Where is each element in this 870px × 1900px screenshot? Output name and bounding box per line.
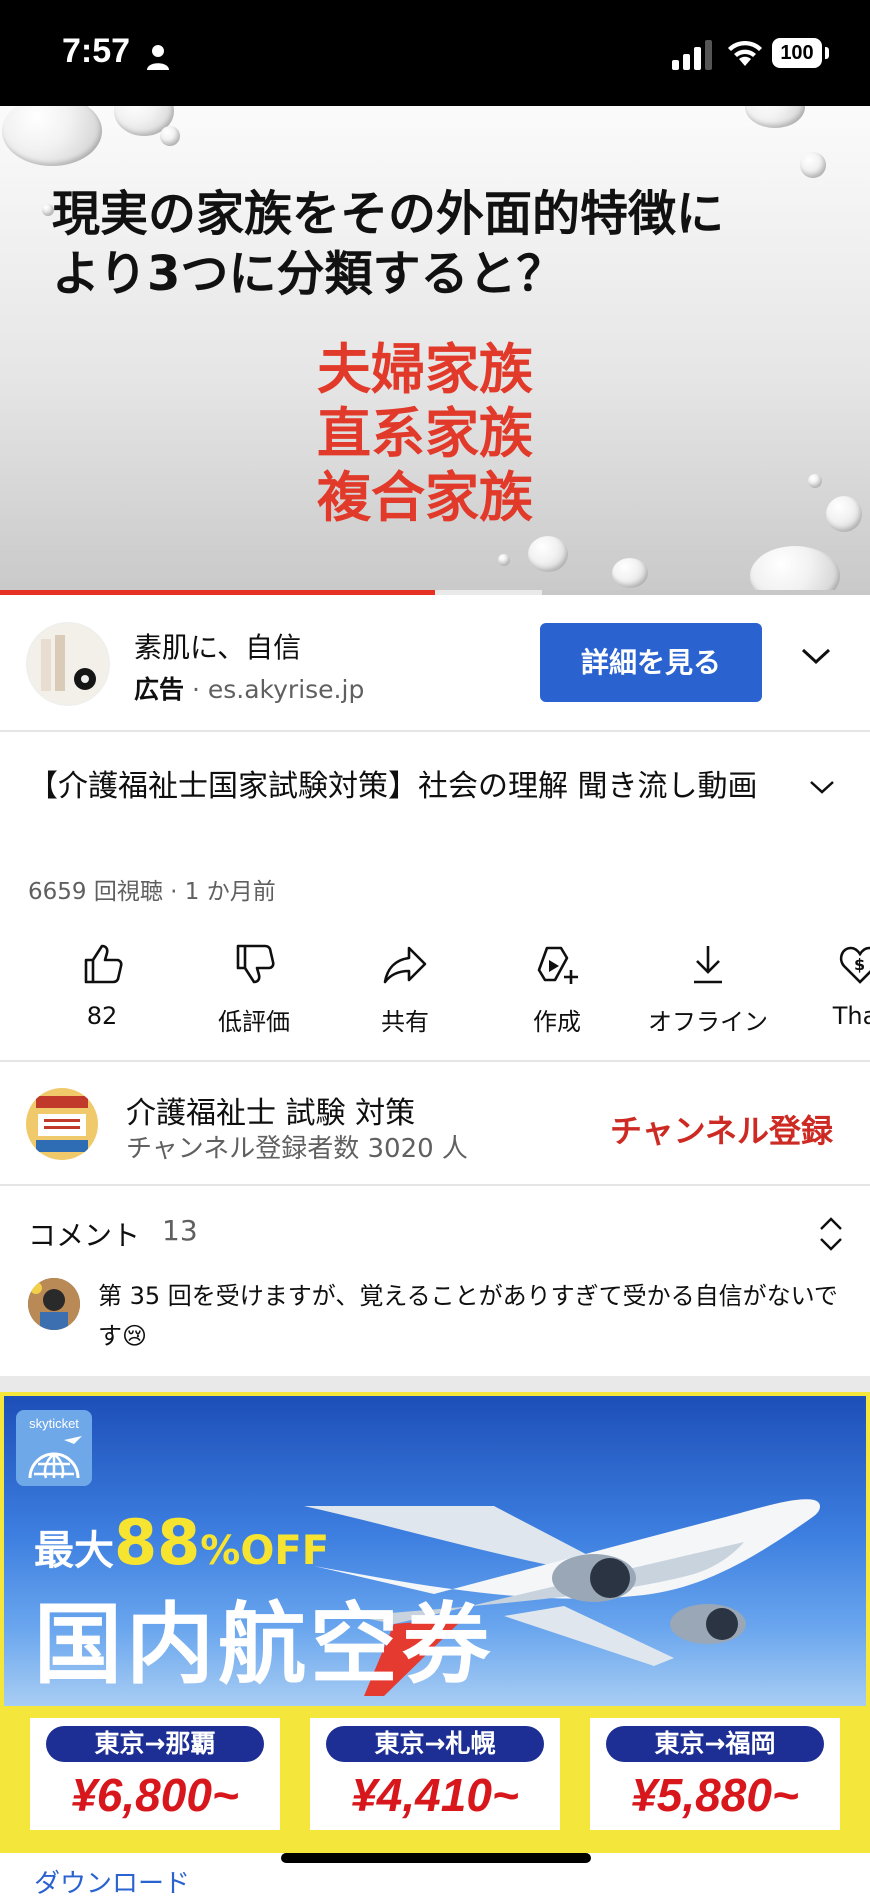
video-slide-list: 夫婦家族 直系家族 複合家族: [0, 338, 850, 530]
ad-row[interactable]: 素肌に、自信 広告 · es.akyrise.jp 詳細を見る: [0, 596, 870, 732]
offline-button[interactable]: オフライン: [638, 940, 778, 1037]
dislike-label: 低評価: [218, 1008, 290, 1036]
ticket-route: 東京→那覇: [46, 1726, 264, 1762]
channel-avatar[interactable]: [26, 1088, 98, 1160]
comments-count: 13: [162, 1214, 198, 1247]
ad-details-button[interactable]: 詳細を見る: [540, 623, 762, 702]
water-drop: [612, 558, 648, 588]
video-slide-list-item: 複合家族: [317, 466, 533, 529]
video-slide-title-line1: 現実の家族をその外面的特徴に: [52, 186, 725, 242]
promo-suffix: %OFF: [200, 1528, 330, 1574]
comments-section[interactable]: コメント 13 第 35 回を受けますが、覚えることがありすぎて受かる自信がない…: [0, 1186, 870, 1376]
ticket-route: 東京→札幌: [326, 1726, 544, 1762]
commenter-avatar: [28, 1278, 80, 1330]
download-link[interactable]: ダウンロード: [34, 1863, 190, 1900]
banner-ad[interactable]: skyticket 最大88%OFF 国内航空券 東京→那覇 ¥6,800~ 東…: [0, 1392, 870, 1853]
action-bar: 82 低評価 共有 作成 オフライン $ Thar: [0, 940, 870, 1062]
thanks-button[interactable]: $ Thar: [790, 940, 870, 1030]
svg-text:$: $: [854, 955, 865, 974]
progress-buffer: [432, 590, 542, 595]
section-divider: [0, 1376, 870, 1392]
water-drop: [800, 152, 826, 178]
person-icon: [147, 45, 169, 70]
water-drop: [160, 126, 180, 146]
water-drop: [498, 554, 510, 566]
progress-played[interactable]: [0, 590, 435, 595]
chevron-down-icon[interactable]: [808, 778, 836, 796]
video-slide-list-item: 直系家族: [317, 402, 533, 465]
ad-domain: es.akyrise.jp: [207, 675, 365, 704]
ticket-route: 東京→福岡: [606, 1726, 824, 1762]
battery-level: 100: [780, 42, 814, 64]
subscribe-button[interactable]: チャンネル登録: [610, 1106, 833, 1152]
create-label: 作成: [533, 1008, 581, 1036]
video-meta: 6659 回視聴 · 1 か月前: [28, 879, 276, 905]
battery-nub: [825, 47, 829, 59]
like-button[interactable]: 82: [32, 940, 172, 1030]
ad-subtitle: 広告 · es.akyrise.jp: [134, 670, 364, 706]
ticket-card[interactable]: 東京→那覇 ¥6,800~: [30, 1718, 280, 1830]
banner-sky: skyticket 最大88%OFF 国内航空券: [4, 1396, 866, 1706]
ticket-price: ¥6,800~: [71, 1769, 239, 1821]
like-count: 82: [86, 1002, 118, 1030]
water-drop: [745, 106, 805, 128]
thanks-label: Thar: [832, 1002, 870, 1030]
promo-prefix: 最大: [34, 1528, 114, 1574]
logo-text: skyticket: [29, 1416, 79, 1431]
skyticket-logo: skyticket: [16, 1410, 92, 1486]
download-icon: [694, 946, 722, 984]
create-button[interactable]: 作成: [487, 940, 627, 1037]
home-indicator[interactable]: [281, 1853, 591, 1863]
share-label: 共有: [381, 1008, 429, 1036]
status-bar: 7:57 100: [0, 0, 870, 106]
create-icon: [537, 946, 578, 984]
ticket-price: ¥5,880~: [631, 1769, 799, 1821]
share-button[interactable]: 共有: [335, 940, 475, 1037]
ad-thumbnail[interactable]: [26, 622, 110, 706]
thumbs-down-icon: [236, 944, 275, 984]
ad-separator: ·: [191, 675, 208, 704]
top-comment: 第 35 回を受けますが、覚えることがありすぎて受かる自信がないです😢: [98, 1282, 838, 1350]
channel-name[interactable]: 介護福祉士 試験 対策: [126, 1088, 415, 1132]
video-slide-list-item: 夫婦家族: [317, 338, 533, 401]
thumbs-up-icon: [84, 944, 123, 984]
video-slide-title: 現実の家族をその外面的特徴に より3つに分類すると？: [52, 184, 832, 304]
dislike-button[interactable]: 低評価: [184, 940, 324, 1037]
ticket-card[interactable]: 東京→福岡 ¥5,880~: [590, 1718, 840, 1830]
promo-headline: 国内航空券: [34, 1593, 495, 1696]
comments-heading: コメント: [28, 1219, 141, 1252]
offline-label: オフライン: [648, 1008, 768, 1036]
water-drop: [528, 536, 568, 572]
video-title[interactable]: 【介護福祉士国家試験対策】社会の理解 聞き流し動画: [28, 762, 778, 812]
battery-icon: 100: [772, 38, 822, 68]
promo-discount: 最大88%OFF: [34, 1506, 329, 1579]
water-drop: [750, 546, 840, 594]
chevron-down-icon[interactable]: [800, 646, 832, 666]
status-time: 7:57: [62, 32, 131, 70]
ad-label: 広告: [134, 675, 185, 704]
channel-row[interactable]: 介護福祉士 試験 対策 チャンネル登録者数 3020 人 チャンネル登録: [0, 1062, 870, 1186]
video-player[interactable]: 現実の家族をその外面的特徴に より3つに分類すると？ 夫婦家族 直系家族 複合家…: [0, 106, 870, 594]
globe-icon: [28, 1436, 82, 1479]
expand-icon[interactable]: [818, 1216, 844, 1252]
thanks-icon: $: [839, 946, 870, 984]
promo-percent: 88: [114, 1506, 201, 1579]
ticket-card[interactable]: 東京→札幌 ¥4,410~: [310, 1718, 560, 1830]
ticket-price: ¥4,410~: [351, 1769, 519, 1821]
channel-subscribers: チャンネル登録者数 3020 人: [126, 1134, 468, 1164]
wifi-icon: [728, 40, 762, 66]
video-slide-title-line2: より3つに分類すると？: [52, 246, 565, 302]
ad-title[interactable]: 素肌に、自信: [134, 626, 301, 666]
signal-icon: [672, 40, 712, 70]
water-drop: [2, 106, 102, 166]
share-icon: [383, 946, 427, 984]
